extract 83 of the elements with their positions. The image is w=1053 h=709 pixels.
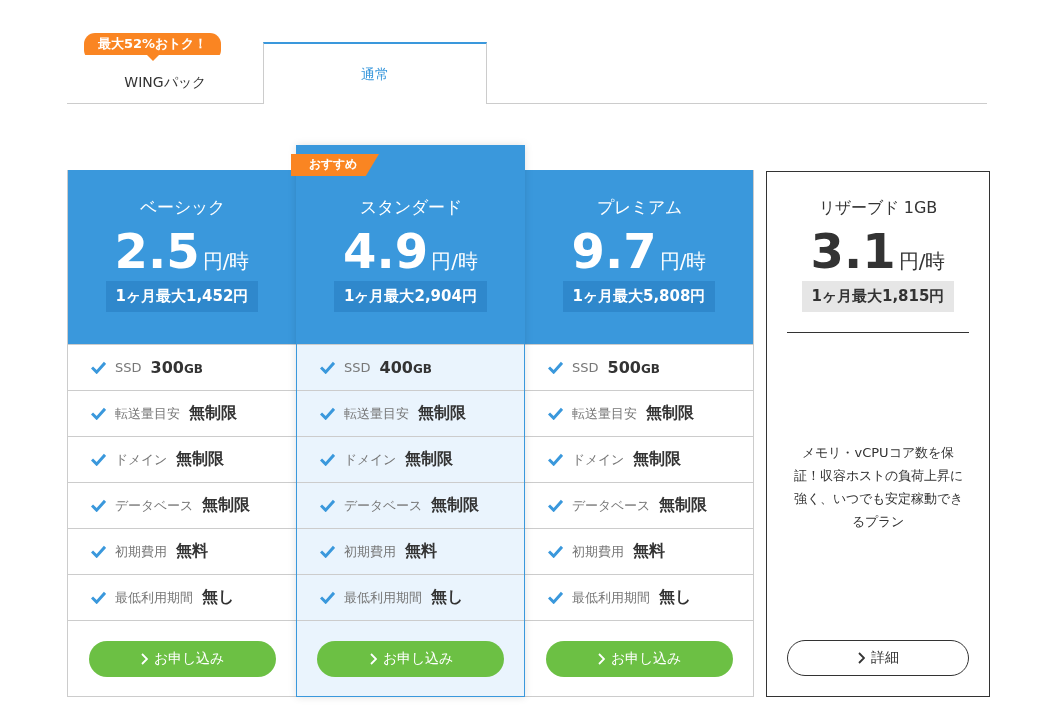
price-unit: 円/時 (659, 248, 707, 275)
chevron-icon (597, 652, 605, 665)
feature-value: 無料 (405, 541, 437, 562)
check-icon (91, 499, 106, 512)
feature-value: 無制限 (418, 403, 466, 424)
price-unit: 円/時 (431, 248, 478, 275)
price: 3.1 (810, 223, 896, 279)
check-icon (320, 545, 335, 558)
price-unit: 円/時 (202, 248, 250, 275)
discount-badge: 最大52%おトク！ (84, 33, 222, 61)
check-icon (320, 591, 335, 604)
recommended-ribbon: おすすめ (291, 154, 379, 176)
monthly-price: 1ヶ月最大5,808円 (562, 281, 716, 312)
price: 2.5 (114, 223, 200, 279)
feature-label: データベース (115, 496, 193, 515)
feature-value: 無制限 (633, 449, 681, 470)
price: 9.7 (571, 223, 657, 279)
feature-value: 無料 (633, 541, 665, 562)
check-icon (91, 407, 106, 420)
apply-button[interactable]: お申し込み (545, 640, 733, 677)
feature-value: 400GB (379, 358, 432, 377)
feature-value: 無し (659, 587, 691, 608)
feature-label: 転送量目安 (572, 404, 637, 423)
feature-value: 無制限 (405, 449, 453, 470)
check-icon (320, 361, 335, 374)
feature-value: 無制限 (189, 403, 237, 424)
feature-value: 無制限 (176, 449, 224, 470)
feature-value: 無料 (176, 541, 208, 562)
feature-label: 最低利用期間 (344, 588, 422, 607)
plan-name: ベーシック (138, 196, 226, 219)
feature-label: 初期費用 (344, 542, 396, 561)
plan-name: プレミアム (595, 196, 683, 219)
feature-label: データベース (344, 496, 422, 515)
feature-value: 500GB (607, 358, 660, 377)
check-icon (91, 591, 106, 604)
feature-label: 転送量目安 (344, 404, 409, 423)
feature-label: SSD (344, 360, 371, 375)
check-icon (91, 361, 106, 374)
feature-label: SSD (115, 360, 142, 375)
check-icon (548, 499, 563, 512)
feature-label: 最低利用期間 (115, 588, 193, 607)
feature-label: SSD (572, 360, 599, 375)
plan-description: メモリ・vCPUコア数を保証！収容ホストの負荷上昇に強く、いつでも安定稼動できるプラン (792, 443, 964, 531)
feature-value: 無し (202, 587, 234, 608)
check-icon (548, 545, 563, 558)
plan-name: リザーブド 1GB (818, 198, 938, 219)
check-icon (91, 545, 106, 558)
chevron-icon (140, 652, 148, 665)
feature-label: ドメイン (115, 450, 167, 469)
check-icon (548, 453, 563, 466)
check-icon (320, 499, 335, 512)
price: 4.9 (343, 223, 429, 279)
check-icon (548, 361, 563, 374)
check-icon (320, 453, 335, 466)
monthly-price: 1ヶ月最大2,904円 (334, 281, 487, 312)
plan-tab[interactable]: WINGパック (67, 62, 263, 104)
feature-label: 転送量目安 (115, 404, 180, 423)
feature-value: 300GB (150, 358, 203, 377)
feature-value: 無制限 (659, 495, 707, 516)
feature-label: ドメイン (572, 450, 624, 469)
feature-label: 最低利用期間 (572, 588, 650, 607)
feature-value: 無制限 (202, 495, 250, 516)
feature-value: 無制限 (646, 403, 694, 424)
feature-label: 初期費用 (572, 542, 624, 561)
feature-value: 無し (431, 587, 463, 608)
feature-label: データベース (572, 496, 650, 515)
check-icon (548, 591, 563, 604)
monthly-price: 1ヶ月最大1,815円 (801, 281, 955, 312)
chevron-icon (368, 652, 377, 665)
monthly-price: 1ヶ月最大1,452円 (105, 281, 259, 312)
feature-label: ドメイン (344, 450, 396, 469)
apply-button[interactable]: お申し込み (317, 640, 504, 677)
check-icon (91, 453, 106, 466)
plan-tab[interactable]: 通常 (263, 42, 487, 104)
chevron-icon (857, 652, 865, 664)
feature-value: 無制限 (431, 495, 479, 516)
price-unit: 円/時 (898, 248, 946, 275)
apply-button[interactable]: お申し込み (88, 640, 276, 677)
detail-button[interactable]: 詳細 (787, 640, 969, 676)
plan-name: スタンダード (358, 196, 463, 219)
check-icon (320, 407, 335, 420)
check-icon (548, 407, 563, 420)
feature-label: 初期費用 (115, 542, 167, 561)
